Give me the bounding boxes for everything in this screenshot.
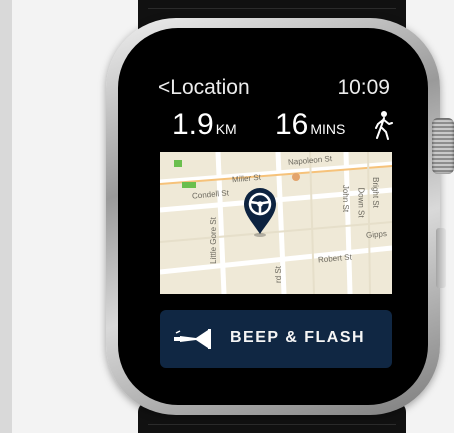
distance-unit: KM bbox=[215, 121, 237, 137]
clock-time: 10:09 bbox=[337, 76, 390, 99]
walking-person-icon bbox=[375, 111, 393, 140]
duration-value: 16 bbox=[275, 108, 309, 141]
street-label-bright: Bright St bbox=[370, 177, 380, 208]
street-label-third: rd St bbox=[273, 266, 283, 283]
street-label-down: Down St bbox=[356, 187, 366, 218]
steering-wheel-pin-icon bbox=[244, 188, 276, 237]
beep-flash-label: BEEP & FLASH bbox=[230, 329, 366, 346]
car-location-map[interactable]: Napoleon St Miller St Condell St John St… bbox=[160, 152, 392, 294]
duration-unit: MINS bbox=[310, 121, 346, 137]
duration-readout: 16 MINS bbox=[275, 108, 345, 142]
digital-crown[interactable] bbox=[432, 118, 454, 174]
street-label-john: John St bbox=[341, 184, 351, 213]
distance-readout: 1.9 KM bbox=[172, 108, 237, 142]
adjacent-panel-edge bbox=[0, 0, 12, 433]
street-label-gipps: Gipps bbox=[365, 229, 388, 240]
horn-icon bbox=[174, 329, 211, 349]
trip-stats: 1.9 KM 16 MINS bbox=[172, 108, 400, 142]
distance-value: 1.9 bbox=[172, 108, 214, 141]
street-label-little-gore: Little Gore St bbox=[208, 217, 218, 264]
side-button[interactable] bbox=[436, 228, 446, 288]
watch-screen: <Location 10:09 1.9 KM 16 MINS Napoleon … bbox=[148, 66, 400, 384]
back-button[interactable]: <Location bbox=[158, 76, 250, 100]
beep-flash-button[interactable]: BEEP & FLASH bbox=[160, 310, 392, 368]
